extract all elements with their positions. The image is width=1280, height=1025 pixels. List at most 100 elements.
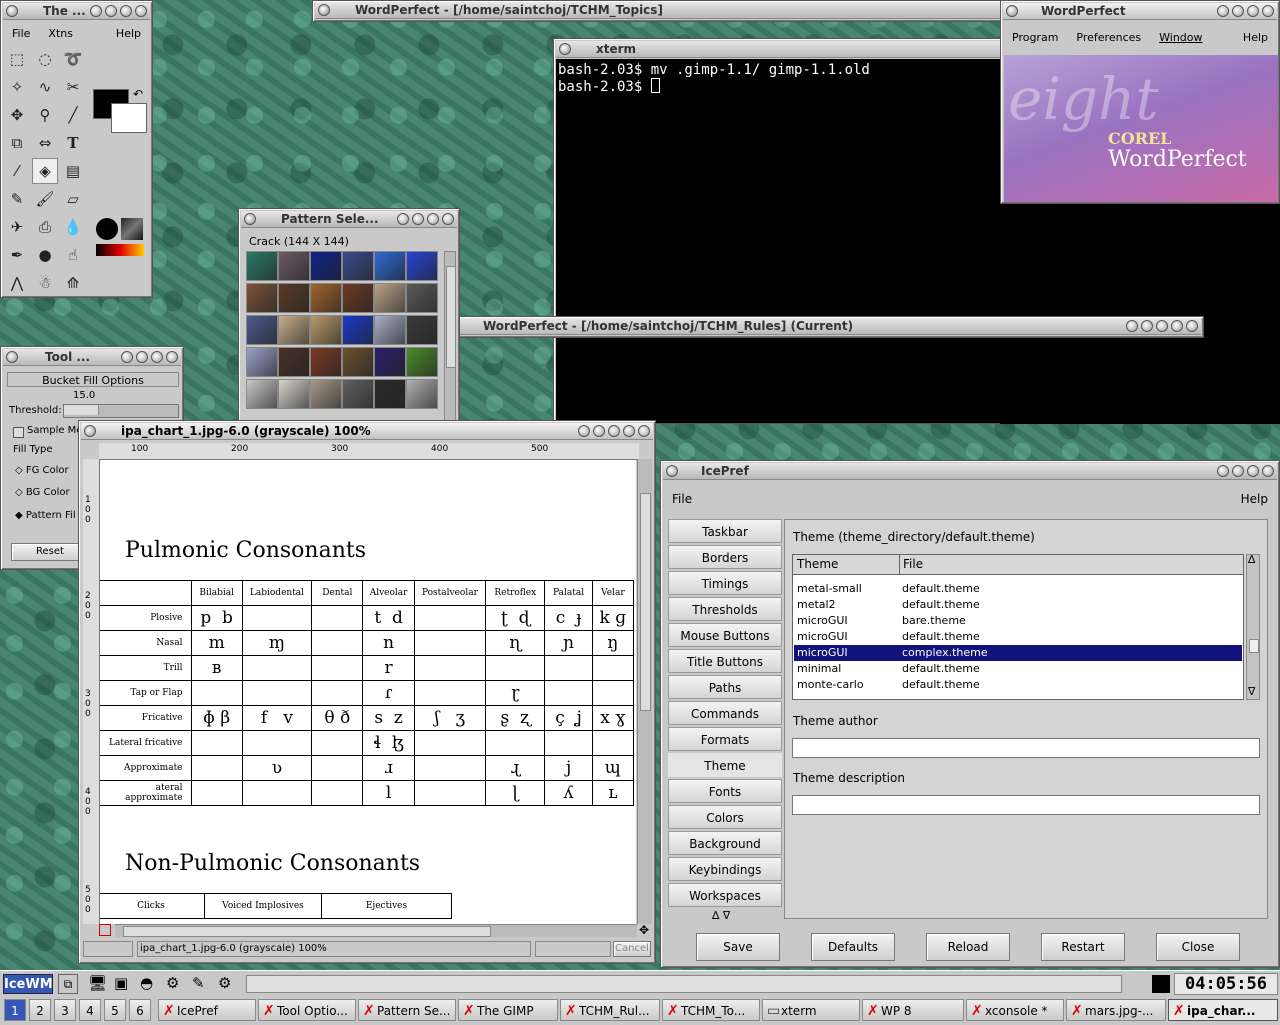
scissors-icon[interactable]: ✂ [60,74,86,100]
window-menu-icon[interactable] [244,213,256,225]
pattern-swatch[interactable] [374,379,406,409]
pattern-swatch[interactable] [278,251,310,281]
col-file-header[interactable]: File [899,555,923,574]
minimize-icon[interactable] [1126,320,1138,332]
window-menu-icon[interactable] [84,425,96,437]
pattern-swatch[interactable] [310,315,342,345]
nav-formats[interactable]: Formats [668,727,782,751]
nav-workspaces[interactable]: Workspaces [668,883,782,907]
vertical-ruler[interactable]: 1 0 0 2 0 0 3 0 0 4 0 0 5 0 0 [83,459,100,924]
pattern-swatch[interactable] [278,347,310,377]
menu-file[interactable]: File [663,492,701,506]
window-menu-icon[interactable] [6,351,18,363]
pattern-swatch[interactable] [246,379,278,409]
pattern-swatch[interactable] [246,283,278,313]
theme-list-scrollbar[interactable]: ∆ ∇ [1246,553,1260,700]
task-button[interactable]: ✗ Tool Optio... [258,999,356,1021]
icewm-logo[interactable]: IceWM [3,974,53,994]
menu-preferences[interactable]: Preferences [1067,31,1150,44]
window-menu-icon[interactable] [559,43,571,55]
convolve-icon[interactable]: 💧 [60,214,86,240]
task-button[interactable]: ▭ xterm [762,999,860,1021]
hat-icon[interactable]: ◓ [140,974,153,992]
scroll-up-icon[interactable]: ∆ [1248,553,1255,566]
pattern-swatch[interactable] [246,315,278,345]
fuzzy-select-icon[interactable]: ✧ [4,74,30,100]
pattern-swatch[interactable] [374,251,406,281]
nav-fonts[interactable]: Fonts [668,779,782,803]
theme-author-input[interactable] [792,738,1260,758]
magnify-icon[interactable]: ⚲ [32,102,58,128]
pattern-swatch[interactable] [406,251,438,281]
task-button[interactable]: ✗ xconsole * [966,999,1064,1021]
maximize-icon[interactable] [136,351,148,363]
horizontal-ruler[interactable]: 100 200 300 400 500 [99,443,639,460]
pattern-select-titlebar[interactable]: Pattern Sele... [241,211,457,228]
pattern-scroll-thumb[interactable] [446,266,456,368]
pencil-icon[interactable]: ✎ [4,186,30,212]
nav-background[interactable]: Background [668,831,782,855]
close-icon[interactable] [638,425,650,437]
defaults-button[interactable]: Defaults [811,933,895,961]
theme-row[interactable]: monte-carlo default.theme [794,677,1242,693]
rect-select-icon[interactable]: ⬚ [4,46,30,72]
workspace-button[interactable]: 1 [4,999,26,1021]
ink-icon[interactable]: ✒ [4,242,30,268]
close-icon[interactable] [166,351,178,363]
airbrush-icon[interactable]: ✈ [4,214,30,240]
restore-icon[interactable] [151,351,163,363]
workspace-button[interactable]: 2 [29,999,51,1021]
pattern-swatch[interactable] [374,347,406,377]
nav-timings[interactable]: Timings [668,571,782,595]
wp-topics-titlebar[interactable]: WordPerfect - [/home/saintchoj/TCHM_Topi… [315,2,1009,19]
wp-topics-window[interactable]: WordPerfect - [/home/saintchoj/TCHM_Topi… [312,0,1012,22]
pattern-swatch[interactable] [406,283,438,313]
lasso-icon[interactable]: ➰ [60,46,86,72]
restore-icon[interactable] [1232,5,1244,17]
save-button[interactable]: Save [696,933,780,961]
image-vscroll-thumb[interactable] [640,493,651,711]
theme-list-thumb[interactable] [1249,639,1259,653]
gear-icon[interactable]: ⚙ [218,974,231,992]
pattern-swatch[interactable] [342,315,374,345]
nav-scroll-arrow[interactable]: ∆ ∇ [712,909,730,922]
gimp-toolbox-titlebar[interactable]: The ... [3,3,150,20]
image-hscroll-thumb[interactable] [123,926,491,937]
pattern-swatch[interactable] [278,283,310,313]
pattern-swatch[interactable] [310,347,342,377]
nav-taskbar[interactable]: Taskbar [668,519,782,543]
pattern-scrollbar[interactable] [444,251,456,423]
cancel-button[interactable]: Cancel [613,941,651,957]
window-list-icon[interactable]: ⧉ [58,974,78,994]
minimize-icon[interactable] [578,425,590,437]
image-vscrollbar[interactable] [637,459,652,924]
close-icon[interactable] [1262,465,1274,477]
nav-title-buttons[interactable]: Title Buttons [668,649,782,673]
task-button[interactable]: ✗ mars.jpg-... [1066,999,1166,1021]
nav-paths[interactable]: Paths [668,675,782,699]
fill-type-bg[interactable]: ◇ BG Color [15,487,70,498]
workspace-button[interactable]: 4 [79,999,101,1021]
brush-preview[interactable] [96,218,118,240]
image-hscrollbar[interactable] [115,924,637,937]
bezier-select-icon[interactable]: ∿ [32,74,58,100]
maximize-icon[interactable] [1232,465,1244,477]
gradient-preview[interactable] [96,244,144,256]
task-button[interactable]: ✗ Pattern Se... [358,999,456,1021]
scroll-down-icon[interactable]: ∇ [1248,685,1255,698]
gimp-launcher-icon[interactable]: ▣ [114,974,128,992]
restart-button[interactable]: Restart [1041,933,1125,961]
quickmask-icon[interactable] [99,924,111,936]
pattern-swatch[interactable] [246,347,278,377]
theme-description-input[interactable] [792,795,1260,815]
task-button[interactable]: ✗ TCHM_Rul... [560,999,660,1021]
measure-icon[interactable]: ⋀ [4,270,30,296]
window-menu-icon[interactable] [1006,5,1018,17]
restore-icon[interactable] [608,425,620,437]
threshold-slider[interactable] [63,404,179,418]
theme-row[interactable]: metal2 default.theme [794,597,1242,613]
nav-colors[interactable]: Colors [668,805,782,829]
pattern-swatch[interactable] [406,315,438,345]
workspace-button[interactable]: 5 [104,999,126,1021]
close-icon[interactable] [1186,320,1198,332]
